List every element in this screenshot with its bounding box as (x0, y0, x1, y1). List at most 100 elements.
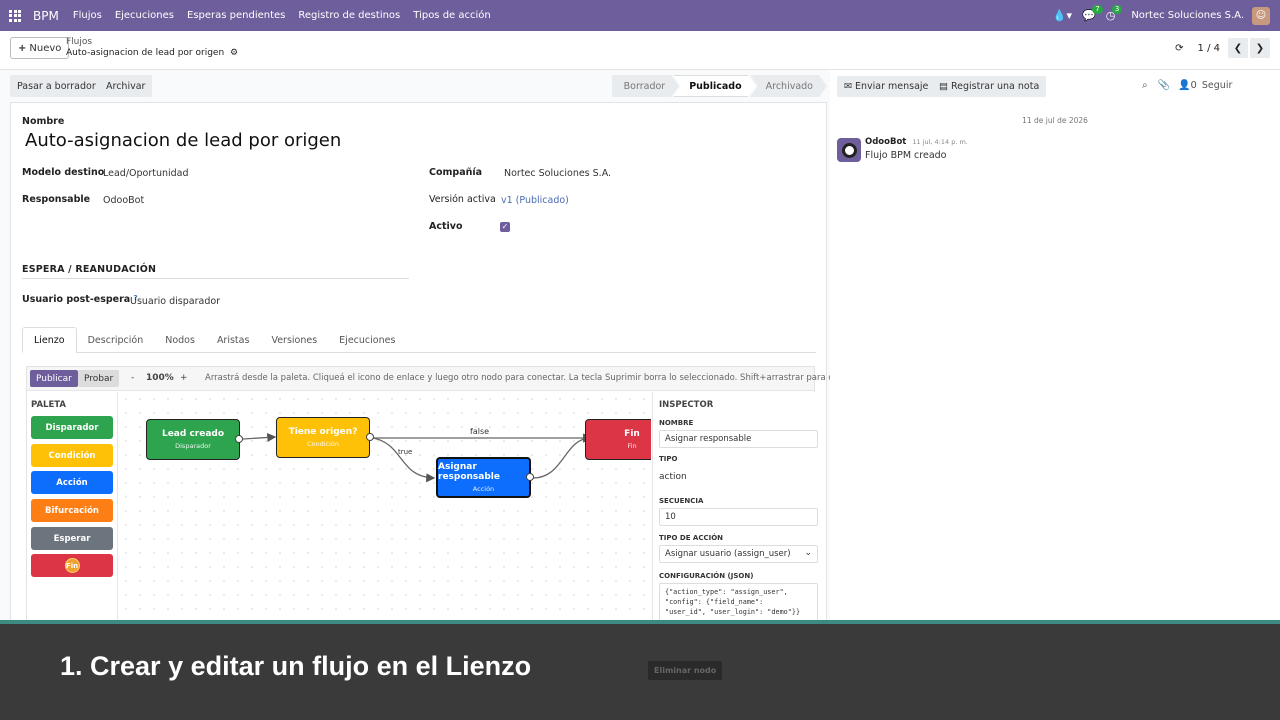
company-switcher[interactable]: Nortec Soluciones S.A. (1131, 10, 1244, 21)
pager-next-button[interactable]: ❯ (1250, 38, 1270, 58)
test-button[interactable]: Probar (78, 370, 120, 387)
flow-editor: Publicar Probar - 100% + Arrastrá desde … (26, 366, 872, 626)
version-link[interactable]: v1 (Publicado) (501, 195, 569, 206)
refresh-icon[interactable]: ⟳ (1175, 43, 1183, 54)
breadcrumb: Flujos Auto-asignacion de lead por orige… (66, 37, 238, 59)
inspector-title: INSPECTOR (659, 400, 714, 410)
chatter-actions: ⌕ 📎 👤0 Seguir (1142, 80, 1232, 91)
tab-lienzo[interactable]: Lienzo (22, 327, 77, 353)
node-action[interactable]: Asignar responsable Acción (436, 457, 531, 498)
tab-descripcion[interactable]: Descripción (77, 327, 155, 353)
app-brand[interactable]: BPM (33, 9, 59, 23)
node-condition[interactable]: Tiene origen? Condición (276, 417, 370, 458)
stage-borrador[interactable]: Borrador (612, 75, 680, 97)
edge-label-false: false (470, 427, 489, 436)
caption-overlay: 1. Crear y editar un flujo en el Lienzo … (0, 620, 1280, 720)
name-label: Nombre (22, 116, 65, 127)
nav-item-flujos[interactable]: Flujos (73, 10, 102, 21)
company-field[interactable]: Nortec Soluciones S.A. (504, 168, 611, 179)
date-separator: 11 de jul de 2026 (1022, 116, 1088, 125)
log-note-button[interactable]: ▤ Registrar una nota (932, 76, 1047, 97)
inspector-config-textarea[interactable]: {"action_type": "assign_user", "config":… (659, 583, 818, 625)
status-bar: Pasar a borrador Archivar Borrador Publi… (10, 75, 827, 98)
stage-archivado[interactable]: Archivado (750, 75, 827, 97)
nav-item-registro[interactable]: Registro de destinos (298, 10, 400, 21)
follow-button[interactable]: Seguir (1202, 80, 1232, 91)
zoom-out-button[interactable]: - (131, 373, 134, 383)
gear-icon[interactable]: ⚙ (230, 48, 238, 58)
send-message-button[interactable]: ✉ Enviar mensaje (837, 76, 936, 97)
messages-badge: 7 (1092, 5, 1103, 14)
activities-icon[interactable]: ◷ 3 (1106, 5, 1123, 22)
palette-item-esperar[interactable]: Esperar (31, 527, 113, 550)
tab-nodos[interactable]: Nodos (154, 327, 206, 353)
message-header: OdooBot 11 jul, 4:14 p. m. (865, 137, 968, 147)
nav-item-tipos[interactable]: Tipos de acción (413, 10, 490, 21)
post-wait-label-text: Usuario post-espera (22, 294, 131, 305)
messages-icon[interactable]: 💬 7 (1082, 5, 1103, 22)
notebook-tabs: Lienzo Descripción Nodos Aristas Version… (22, 327, 816, 353)
nav-item-esperas[interactable]: Esperas pendientes (187, 10, 285, 21)
user-avatar[interactable]: ☺ (1252, 6, 1270, 25)
paperclip-icon[interactable]: 📎 (1158, 80, 1170, 91)
inspector-seq-input[interactable]: 10 (659, 508, 818, 526)
zoom-level: 100% (146, 373, 174, 383)
palette-item-bifurcacion[interactable]: Bifurcación (31, 499, 113, 522)
delete-node-button[interactable]: Eliminar nodo (648, 661, 723, 680)
draft-button[interactable]: Pasar a borrador (10, 75, 103, 97)
chevron-down-icon: ⌄ (804, 548, 812, 558)
send-message-label: Enviar mensaje (854, 81, 929, 92)
flow-canvas[interactable]: false true Lead creado Disparador Tiene … (119, 392, 651, 626)
node-action-port[interactable] (526, 473, 534, 481)
debug-drop-icon[interactable]: 💧▾ (1053, 9, 1072, 22)
active-checkbox[interactable]: ✓ (500, 222, 510, 232)
tab-versiones[interactable]: Versiones (260, 327, 328, 353)
palette-item-condicion[interactable]: Condición (31, 444, 113, 467)
node-trigger[interactable]: Lead creado Disparador (146, 419, 240, 460)
node-trigger-port[interactable] (235, 435, 243, 443)
node-end-sub: Fin (627, 442, 637, 450)
edge-label-true: true (398, 448, 412, 456)
new-button[interactable]: + Nuevo (10, 37, 70, 59)
name-field[interactable]: Auto-asignacion de lead por origen (25, 130, 341, 151)
search-icon[interactable]: ⌕ (1142, 80, 1148, 91)
node-end[interactable]: Fin Fin (585, 419, 651, 460)
owner-field[interactable]: OdooBot (103, 195, 144, 206)
publish-button[interactable]: Publicar (30, 370, 78, 387)
apps-menu-icon[interactable] (0, 0, 30, 31)
editor-toolbar: Publicar Probar - 100% + Arrastrá desde … (27, 367, 872, 391)
zoom-in-button[interactable]: + (180, 373, 188, 383)
post-wait-field[interactable]: Usuario disparador (130, 296, 220, 307)
section-divider (22, 278, 409, 279)
node-condition-port[interactable] (366, 433, 374, 441)
inspector-config-label: CONFIGURACIÓN (JSON) (659, 572, 754, 580)
message-author[interactable]: OdooBot (865, 137, 906, 147)
inspector-name-label: NOMBRE (659, 419, 694, 427)
stage-publicado[interactable]: Publicado (673, 75, 755, 97)
tab-ejecuciones[interactable]: Ejecuciones (328, 327, 406, 353)
inspector-type-value: action (659, 472, 687, 482)
envelope-icon: ✉ (844, 81, 852, 92)
node-end-title: Fin (624, 429, 640, 439)
palette-item-fin[interactable]: Fin (31, 554, 113, 577)
pager-prev-button[interactable]: ❮ (1228, 38, 1248, 58)
breadcrumb-parent[interactable]: Flujos (66, 37, 238, 48)
palette-item-accion[interactable]: Acción (31, 471, 113, 494)
stage-pipeline: Borrador Publicado Archivado (618, 75, 827, 97)
node-action-title: Asignar responsable (438, 462, 500, 482)
pager-value[interactable]: 1 / 4 (1198, 43, 1220, 54)
nav-item-ejecuciones[interactable]: Ejecuciones (115, 10, 174, 21)
inspector-action-type-select[interactable]: Asignar usuario (assign_user) ⌄ (659, 545, 818, 563)
archive-button[interactable]: Archivar (99, 75, 153, 97)
inspector-type-label: TIPO (659, 455, 678, 463)
node-action-sub: Acción (472, 485, 495, 493)
inspector-panel: INSPECTOR NOMBRE Asignar responsable TIP… (652, 392, 818, 626)
model-field[interactable]: Lead/Oportunidad (103, 168, 189, 179)
tab-aristas[interactable]: Aristas (206, 327, 261, 353)
post-wait-label: Usuario post-espera ? (22, 294, 138, 305)
note-icon: ▤ (939, 81, 948, 92)
new-button-label: Nuevo (29, 42, 62, 54)
inspector-name-input[interactable]: Asignar responsable (659, 430, 818, 448)
palette-item-disparador[interactable]: Disparador (31, 416, 113, 439)
followers-icon[interactable]: 👤0 (1178, 80, 1197, 91)
